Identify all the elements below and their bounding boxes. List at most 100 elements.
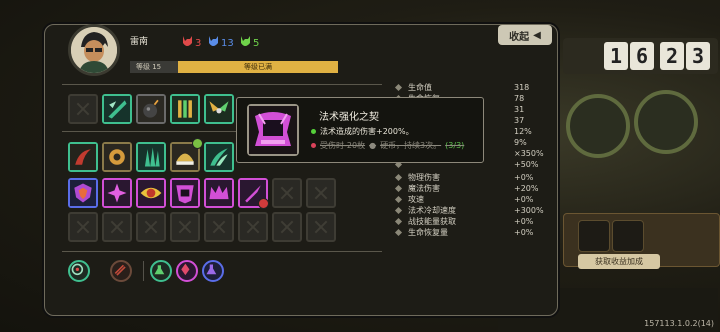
- progress-text: (3/3): [445, 141, 465, 150]
- stat-label: 战技能量获取: [408, 217, 456, 226]
- stat-value: ×350%: [514, 149, 544, 158]
- spell-slot-empty[interactable]: [102, 212, 132, 242]
- stat-value: +20%: [514, 184, 539, 193]
- bonus-button[interactable]: 获取收益加成: [578, 254, 660, 269]
- red-demon-icon: [182, 36, 193, 51]
- stat-label: 攻速: [408, 195, 424, 204]
- spell-slot[interactable]: [204, 178, 234, 208]
- stat-value: 12%: [514, 127, 532, 136]
- timer-digit: 6: [630, 42, 654, 70]
- skill-slot[interactable]: [102, 142, 132, 172]
- target-icon[interactable]: [68, 260, 90, 282]
- collapse-label: 收起: [509, 31, 530, 43]
- stat-label: 生命恢复量: [408, 228, 448, 237]
- stat-value: +0%: [514, 195, 534, 204]
- resource-value: 5: [253, 38, 260, 49]
- resource-value: 3: [195, 38, 202, 49]
- spell-slot-empty[interactable]: [238, 212, 268, 242]
- stat-value: 37: [514, 116, 525, 125]
- spell-slot[interactable]: [136, 178, 166, 208]
- bullet-red-icon: [311, 143, 316, 148]
- condition-text: 受伤时-20枚: [320, 141, 366, 150]
- spell-slot-empty[interactable]: [68, 212, 98, 242]
- level-label: 等级 15: [130, 61, 178, 73]
- resource-blue: 13: [208, 36, 234, 51]
- gear-wheel-icon: [104, 144, 130, 170]
- spell-slot-empty[interactable]: [272, 178, 302, 208]
- spell-slot-empty[interactable]: [306, 212, 336, 242]
- bomb-icon: [138, 96, 164, 122]
- spell-slot-empty[interactable]: [306, 178, 336, 208]
- reward-slot[interactable]: 1008: [578, 220, 610, 263]
- blue-demon-icon: [208, 36, 219, 51]
- resource-red: 3: [182, 36, 201, 51]
- shield-icon: [70, 180, 96, 206]
- wings-icon: [206, 96, 232, 122]
- grass-icon: [138, 144, 164, 170]
- equipment-slot-empty[interactable]: [68, 94, 98, 124]
- level-status: 等级已满: [178, 61, 338, 73]
- stat-value: +0%: [514, 228, 534, 237]
- rune-icon: [104, 180, 130, 206]
- resource-value: 13: [221, 38, 234, 49]
- caret-left-icon: ◀: [533, 29, 541, 41]
- equipment-slot[interactable]: [170, 94, 200, 124]
- red-crystal-icon[interactable]: [176, 260, 198, 282]
- stat-value: +50%: [514, 160, 539, 169]
- leaf-blades-icon: [206, 144, 232, 170]
- spell-slot[interactable]: [102, 178, 132, 208]
- stat-value: +0%: [514, 217, 534, 226]
- alert-badge: [258, 198, 269, 209]
- player-name: 雷南: [130, 37, 149, 47]
- green-demon-icon: [240, 36, 251, 51]
- stat-value: 31: [514, 105, 525, 114]
- reward-slot[interactable]: 2939: [612, 220, 644, 263]
- pillar-icon: [172, 96, 198, 122]
- stat-value: +300%: [514, 206, 544, 215]
- tooltip-condition: 受伤时-20枚 ● 硬币，持续3次。 (3/3): [311, 140, 464, 151]
- effect-text: 法术造成的伤害+200%。: [320, 127, 414, 136]
- equipment-slot[interactable]: [204, 94, 234, 124]
- stat-value: 78: [514, 94, 525, 103]
- divider: [143, 261, 144, 281]
- tooltip-effect: 法术造成的伤害+200%。: [311, 126, 414, 137]
- timer-digit: 3: [686, 42, 710, 70]
- stat-value: +0%: [514, 173, 534, 182]
- condition-tail: 硬币，持续3次。: [380, 141, 442, 150]
- spell-slot[interactable]: [170, 178, 200, 208]
- player-portrait[interactable]: [634, 90, 698, 154]
- skill-slot[interactable]: [136, 142, 166, 172]
- avatar: [68, 24, 120, 76]
- timer-digit: 2: [660, 42, 684, 70]
- equipment-slot[interactable]: [136, 94, 166, 124]
- ally-portrait[interactable]: [566, 94, 630, 158]
- stat-value: 9%: [514, 138, 527, 147]
- spell-slot-empty[interactable]: [272, 212, 302, 242]
- divider: [62, 84, 382, 85]
- equipment-slot[interactable]: [102, 94, 132, 124]
- spell-slot-empty[interactable]: [170, 212, 200, 242]
- spell-slot-empty[interactable]: [204, 212, 234, 242]
- stat-value: 318: [514, 83, 530, 92]
- timer-digit: 1: [604, 42, 628, 70]
- purple-flask-icon[interactable]: [202, 260, 224, 282]
- green-potion-icon[interactable]: [150, 260, 172, 282]
- scratch-icon[interactable]: [110, 260, 132, 282]
- spell-slot[interactable]: [68, 178, 98, 208]
- collapse-button[interactable]: 收起 ◀: [498, 25, 552, 45]
- tooltip-title: 法术强化之契: [319, 112, 379, 123]
- coin-icon: ●: [369, 141, 377, 150]
- eye-icon: [138, 180, 164, 206]
- claw-icon: [70, 144, 96, 170]
- stat-label: 生命值: [408, 83, 432, 92]
- skill-slot[interactable]: [68, 142, 98, 172]
- spell-slot-empty[interactable]: [136, 212, 166, 242]
- upgrade-badge: [192, 138, 203, 149]
- resource-green: 5: [240, 36, 259, 51]
- wind-blade-icon: [104, 96, 130, 122]
- level-bar: 等级 15 等级已满: [130, 61, 338, 73]
- spell-pact-icon: [247, 104, 299, 156]
- stat-label: 法术冷却速度: [408, 206, 456, 215]
- skill-slot[interactable]: [204, 142, 234, 172]
- item-tooltip: 法术强化之契 法术造成的伤害+200%。 受伤时-20枚 ● 硬币，持续3次。 …: [236, 97, 484, 163]
